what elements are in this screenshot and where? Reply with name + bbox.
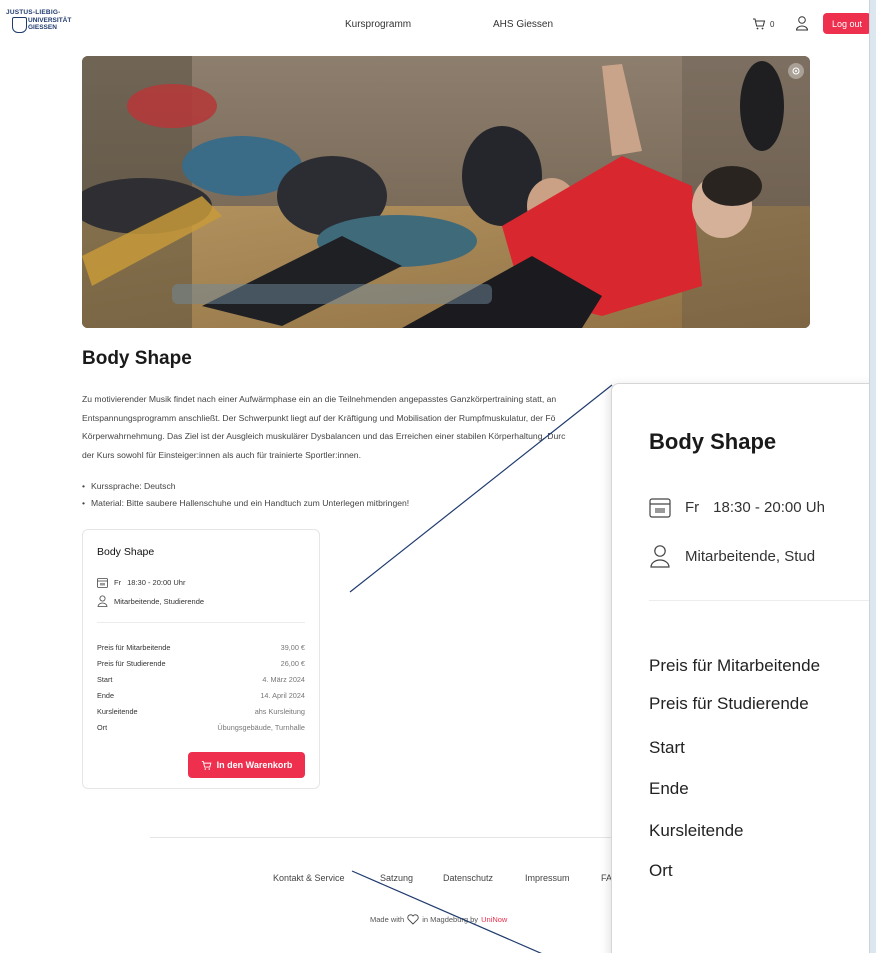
card-time: 18:30 - 20:00 Uhr	[127, 578, 186, 587]
person-icon	[97, 595, 108, 607]
nav-ahs-giessen[interactable]: AHS Giessen	[493, 19, 553, 30]
footer-link-satzung[interactable]: Satzung	[380, 873, 413, 883]
logout-button[interactable]: Log out	[823, 13, 869, 34]
cart-count: 0	[770, 19, 775, 29]
uninow-link[interactable]: UniNow	[481, 915, 507, 924]
calendar-icon	[97, 578, 108, 588]
description-line: Zu motivierender Musik findet nach einer…	[82, 394, 557, 404]
detail-label: Ende	[97, 691, 115, 701]
detail-label: Ort	[97, 723, 108, 733]
made-prefix: Made with	[370, 915, 405, 924]
detail-value: Übungsgebäude, Turnhalle	[217, 723, 305, 733]
card-day: Fr	[114, 578, 122, 587]
detail-label: Kursleitende	[97, 707, 138, 717]
card-title: Body Shape	[97, 546, 155, 558]
heart-icon	[407, 914, 419, 925]
zoom-label: Start	[649, 738, 685, 757]
detail-label: Start	[97, 675, 113, 685]
zoom-label: Kursleitende	[649, 821, 744, 840]
zoom-callout-panel: Body Shape Fr 18:30 - 20:00 Uh Mitarbeit…	[611, 383, 869, 953]
image-expand-icon[interactable]	[788, 63, 804, 79]
detail-value: 26,00 €	[280, 659, 305, 669]
detail-value: 14. April 2024	[260, 691, 305, 701]
bullet-material: Material: Bitte saubere Hallenschuhe und…	[82, 495, 409, 512]
add-to-cart-button[interactable]: In den Warenkorb	[188, 752, 305, 778]
user-icon[interactable]	[795, 15, 809, 31]
nav-kursprogramm[interactable]: Kursprogramm	[345, 19, 411, 30]
detail-row: Kursleitende ahs Kursleitung	[97, 707, 305, 723]
zoom-title: Body Shape	[649, 429, 777, 454]
detail-row: Ort Übungsgebäude, Turnhalle	[97, 723, 305, 739]
detail-row: Start 4. März 2024	[97, 675, 305, 691]
detail-value: ahs Kursleitung	[254, 707, 305, 717]
zoom-label: Ort	[649, 861, 673, 880]
zoom-label: Preis für Studierende	[649, 694, 809, 713]
footer-link-datenschutz[interactable]: Datenschutz	[443, 873, 493, 883]
seal-icon	[12, 17, 27, 33]
card-details: Preis für Mitarbeitende 39,00 € Preis für…	[97, 643, 305, 740]
detail-value: 4. März 2024	[262, 675, 305, 685]
cart-icon	[201, 760, 212, 770]
top-navbar: JUSTUS-LIEBIG- UNIVERSITÄT GIESSEN Kursp…	[0, 0, 869, 48]
card-schedule: Fr 18:30 - 20:00 Uhr	[97, 577, 185, 588]
person-icon	[650, 545, 670, 568]
card-audience-row: Mitarbeitende, Studierende	[97, 595, 204, 607]
university-logo[interactable]: JUSTUS-LIEBIG- UNIVERSITÄT GIESSEN	[6, 9, 96, 36]
detail-value: 39,00 €	[280, 643, 305, 652]
card-divider	[97, 622, 305, 623]
zoom-time: 18:30 - 20:00 Uh	[713, 498, 825, 516]
calendar-icon	[649, 498, 671, 518]
card-audience: Mitarbeitende, Studierende	[114, 596, 205, 606]
course-hero-image	[82, 56, 810, 328]
cart-button[interactable]: 0	[752, 16, 774, 32]
page: JUSTUS-LIEBIG- UNIVERSITÄT GIESSEN Kursp…	[0, 0, 870, 953]
course-description: Zu motivierender Musik findet nach einer…	[82, 390, 622, 464]
bullet-language: Kurssprache: Deutsch	[82, 478, 409, 495]
detail-label: Preis für Studierende	[97, 659, 166, 669]
made-with-note: Made with in Magdeburg by UniNow	[370, 914, 507, 925]
description-line: Körperwahrnehmung. Das Ziel ist der Ausg…	[82, 431, 566, 441]
detail-row: Preis für Mitarbeitende 39,00 €	[97, 643, 305, 659]
annotation-line	[351, 870, 542, 953]
footer-link-impressum[interactable]: Impressum	[525, 873, 570, 883]
logo-line-3: GIESSEN	[28, 24, 57, 31]
hero-illustration	[82, 56, 810, 328]
zoom-audience: Mitarbeitende, Stud	[685, 547, 816, 565]
zoom-divider	[649, 600, 869, 601]
booking-card: Body Shape Fr 18:30 - 20:00 Uhr Mitarbei…	[82, 529, 320, 789]
detail-row: Preis für Studierende 26,00 €	[97, 659, 305, 675]
zoom-audience-row: Mitarbeitende, Stud	[649, 544, 815, 568]
zoom-day: Fr	[685, 498, 700, 516]
zoom-label: Preis für Mitarbeitende	[649, 656, 821, 675]
description-line: der Kurs sowohl für Einsteiger:innen als…	[82, 449, 361, 460]
logo-line-1: JUSTUS-LIEBIG-	[6, 9, 61, 16]
course-title: Body Shape	[82, 348, 192, 369]
zoom-schedule: Fr 18:30 - 20:00 Uh	[649, 496, 825, 518]
course-bullets: Kurssprache: Deutsch Material: Bitte sau…	[82, 478, 409, 512]
cart-icon	[753, 18, 766, 30]
zoom-label: Ende	[649, 779, 689, 798]
made-middle: in Magdeburg by	[422, 915, 479, 924]
footer-link-kontakt[interactable]: Kontakt & Service	[273, 873, 345, 883]
detail-label: Preis für Mitarbeitende	[97, 643, 171, 652]
description-line: Entspannungsprogramm anschließt. Der Sch…	[82, 412, 556, 423]
add-to-cart-label: In den Warenkorb	[216, 760, 293, 770]
detail-row: Ende 14. April 2024	[97, 691, 305, 707]
